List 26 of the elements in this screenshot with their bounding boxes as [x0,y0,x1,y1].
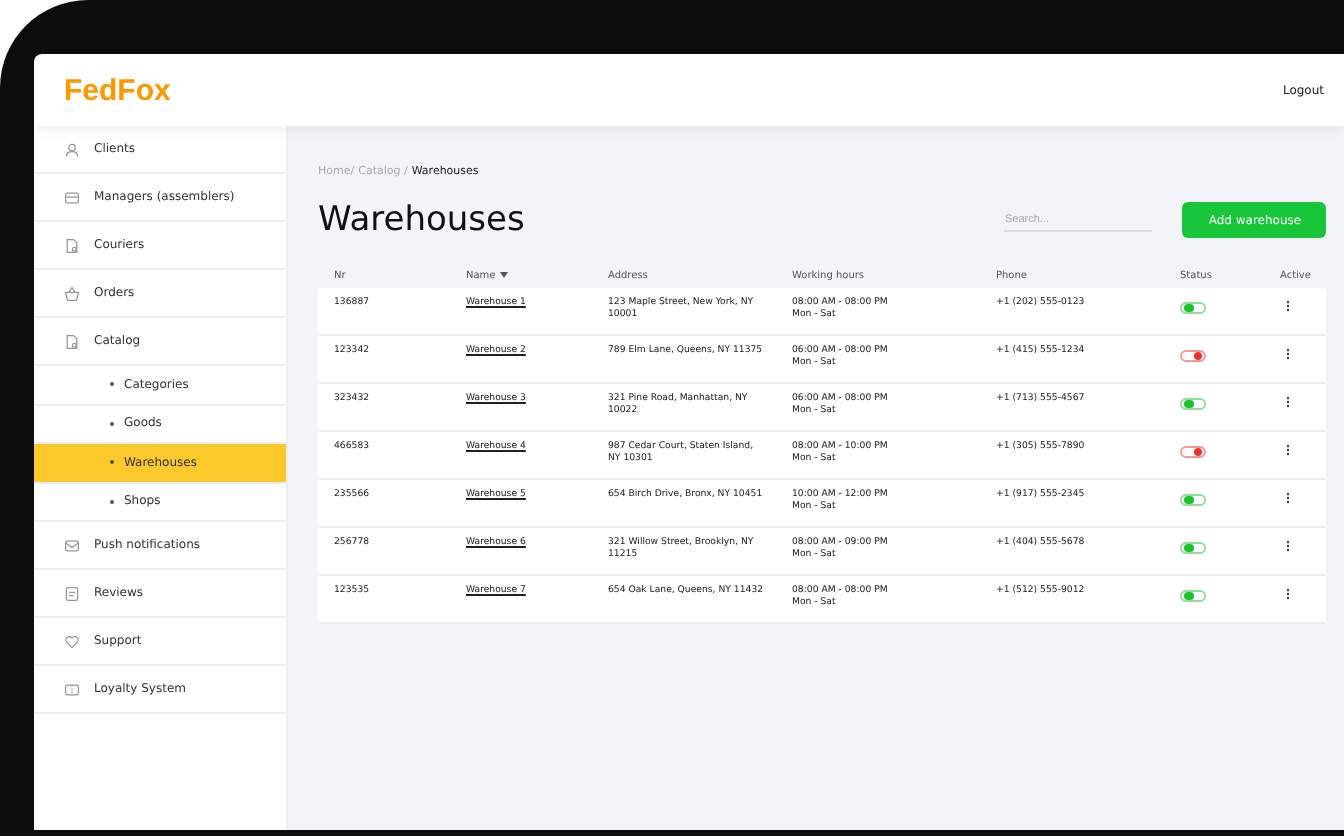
basket-icon [64,285,80,301]
more-icon[interactable] [1286,492,1291,504]
user-icon [64,141,80,157]
more-icon[interactable] [1286,300,1291,312]
card-icon [64,189,80,205]
ticket-icon [64,681,80,697]
status-toggle[interactable] [1180,494,1206,506]
more-icon[interactable] [1286,348,1291,360]
page-title: Warehouses [318,200,527,240]
status-toggle[interactable] [1180,398,1206,410]
heart-icon [64,633,80,649]
status-toggle[interactable] [1180,350,1206,362]
doc-icon [64,333,80,349]
logo: FedFox [64,73,171,107]
more-icon[interactable] [1286,540,1291,552]
doc-icon [64,237,80,253]
sort-caret-icon [499,272,508,278]
status-toggle[interactable] [1180,590,1206,602]
status-toggle[interactable] [1180,446,1206,458]
status-toggle[interactable] [1180,302,1206,314]
more-icon[interactable] [1286,396,1291,408]
mail-icon [64,537,80,553]
more-icon[interactable] [1286,588,1291,600]
list-icon [64,585,80,601]
more-icon[interactable] [1286,444,1291,456]
status-toggle[interactable] [1180,542,1206,554]
